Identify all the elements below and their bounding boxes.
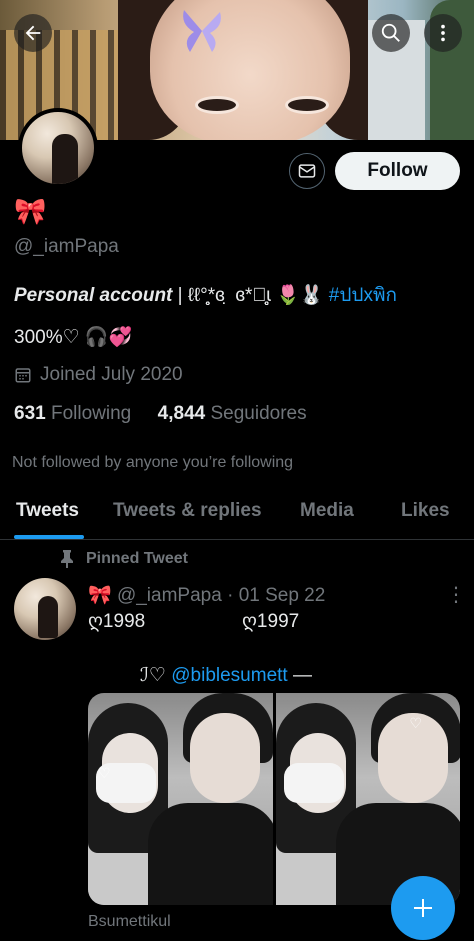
profile-tabs: Tweets Tweets & replies Media Likes xyxy=(0,490,474,540)
tab-media[interactable]: Media xyxy=(300,500,354,522)
not-followed-text: Not followed by anyone you’re following xyxy=(12,454,294,471)
tweet-more-icon[interactable]: ⋮ xyxy=(446,582,466,607)
bio-decoration: ℓℓ°̥̥̥̥̥̥̥̥*ɞ ̣ ɞ*ﾟ̥̥̥̥̥̥̥̥ɩ 🌷🐰 xyxy=(187,285,329,306)
tab-tweets-replies[interactable]: Tweets & replies xyxy=(113,500,262,522)
mention-link[interactable]: @biblesumett xyxy=(171,665,287,686)
tweet-author-avatar[interactable] xyxy=(14,578,76,640)
compose-tweet-button[interactable] xyxy=(391,876,455,940)
banner-eye-left xyxy=(195,96,239,114)
more-options-button[interactable] xyxy=(424,14,462,52)
tweet-header: 🎀 @_iamPapa · 01 Sep 22 xyxy=(88,583,325,607)
bio-line-1: Personal account | ℓℓ°̥̥̥̥̥̥̥̥*ɞ ̣ ɞ*ﾟ̥̥… xyxy=(14,280,397,310)
display-name: 🎀 xyxy=(14,196,47,226)
pin-icon xyxy=(61,550,73,568)
photo-mask xyxy=(283,763,344,803)
envelope-icon xyxy=(298,164,316,178)
calendar-icon xyxy=(15,368,31,383)
heart-icon: ♡ xyxy=(98,765,111,781)
butterfly-hairclip-icon xyxy=(183,10,221,52)
tweet-text-right: ღ1997 xyxy=(242,611,300,632)
tweet-author-handle[interactable]: @_iamPapa xyxy=(117,585,222,606)
back-button[interactable] xyxy=(14,14,52,52)
plus-icon xyxy=(414,899,432,917)
tweet-dot: · xyxy=(227,585,234,606)
profile-avatar[interactable] xyxy=(18,108,98,188)
bio-line-2: 300%♡ 🎧💞 xyxy=(14,327,133,348)
vertical-dots-icon xyxy=(441,24,445,42)
photo-figure xyxy=(148,803,273,905)
avatar-figure xyxy=(52,134,78,184)
heart-icon: ♡ xyxy=(409,715,423,731)
follow-button[interactable]: Follow xyxy=(335,152,460,190)
message-button[interactable] xyxy=(289,153,325,189)
bio-hashtag-link[interactable]: #ปปxพิก xyxy=(329,285,397,306)
profile-handle: @_iamPapa xyxy=(14,236,119,257)
media-caption: Bsumettikul xyxy=(88,913,171,930)
active-tab-indicator xyxy=(14,535,84,539)
follow-stats: 631 Following 4,844 Seguidores xyxy=(14,403,307,425)
tweet-date[interactable]: 01 Sep 22 xyxy=(239,585,326,606)
bio-separator: | xyxy=(172,285,188,306)
avatar-figure xyxy=(38,596,58,638)
mention-prefix: ℐ♡ xyxy=(140,665,172,686)
tab-likes[interactable]: Likes xyxy=(401,500,450,522)
followers-link[interactable]: 4,844 Seguidores xyxy=(158,403,307,424)
joined-text: Joined July 2020 xyxy=(40,364,183,385)
mention-suffix: — xyxy=(287,665,312,686)
banner-eye-right xyxy=(285,96,329,114)
bio-personal-account: Personal account xyxy=(14,285,173,306)
pinned-tweet-label: Pinned Tweet xyxy=(60,550,188,568)
tab-tweets[interactable]: Tweets xyxy=(16,500,79,522)
tweet-author-name[interactable]: 🎀 xyxy=(88,585,112,606)
tweet-mention-line: ℐ♡ @biblesumett — xyxy=(140,664,312,687)
photo-figure xyxy=(190,713,260,803)
tweet-photo-2[interactable]: ♡ xyxy=(275,693,460,905)
search-button[interactable] xyxy=(372,14,410,52)
tweet-media[interactable]: ♡ ♡ xyxy=(88,693,460,905)
search-icon xyxy=(381,23,400,42)
tweet-text-left: ღ1998 xyxy=(88,611,146,632)
tweet-photo-1[interactable]: ♡ xyxy=(88,693,273,905)
arrow-left-icon xyxy=(25,25,41,41)
following-link[interactable]: 631 Following xyxy=(14,403,131,424)
joined-date: Joined July 2020 xyxy=(14,364,183,386)
